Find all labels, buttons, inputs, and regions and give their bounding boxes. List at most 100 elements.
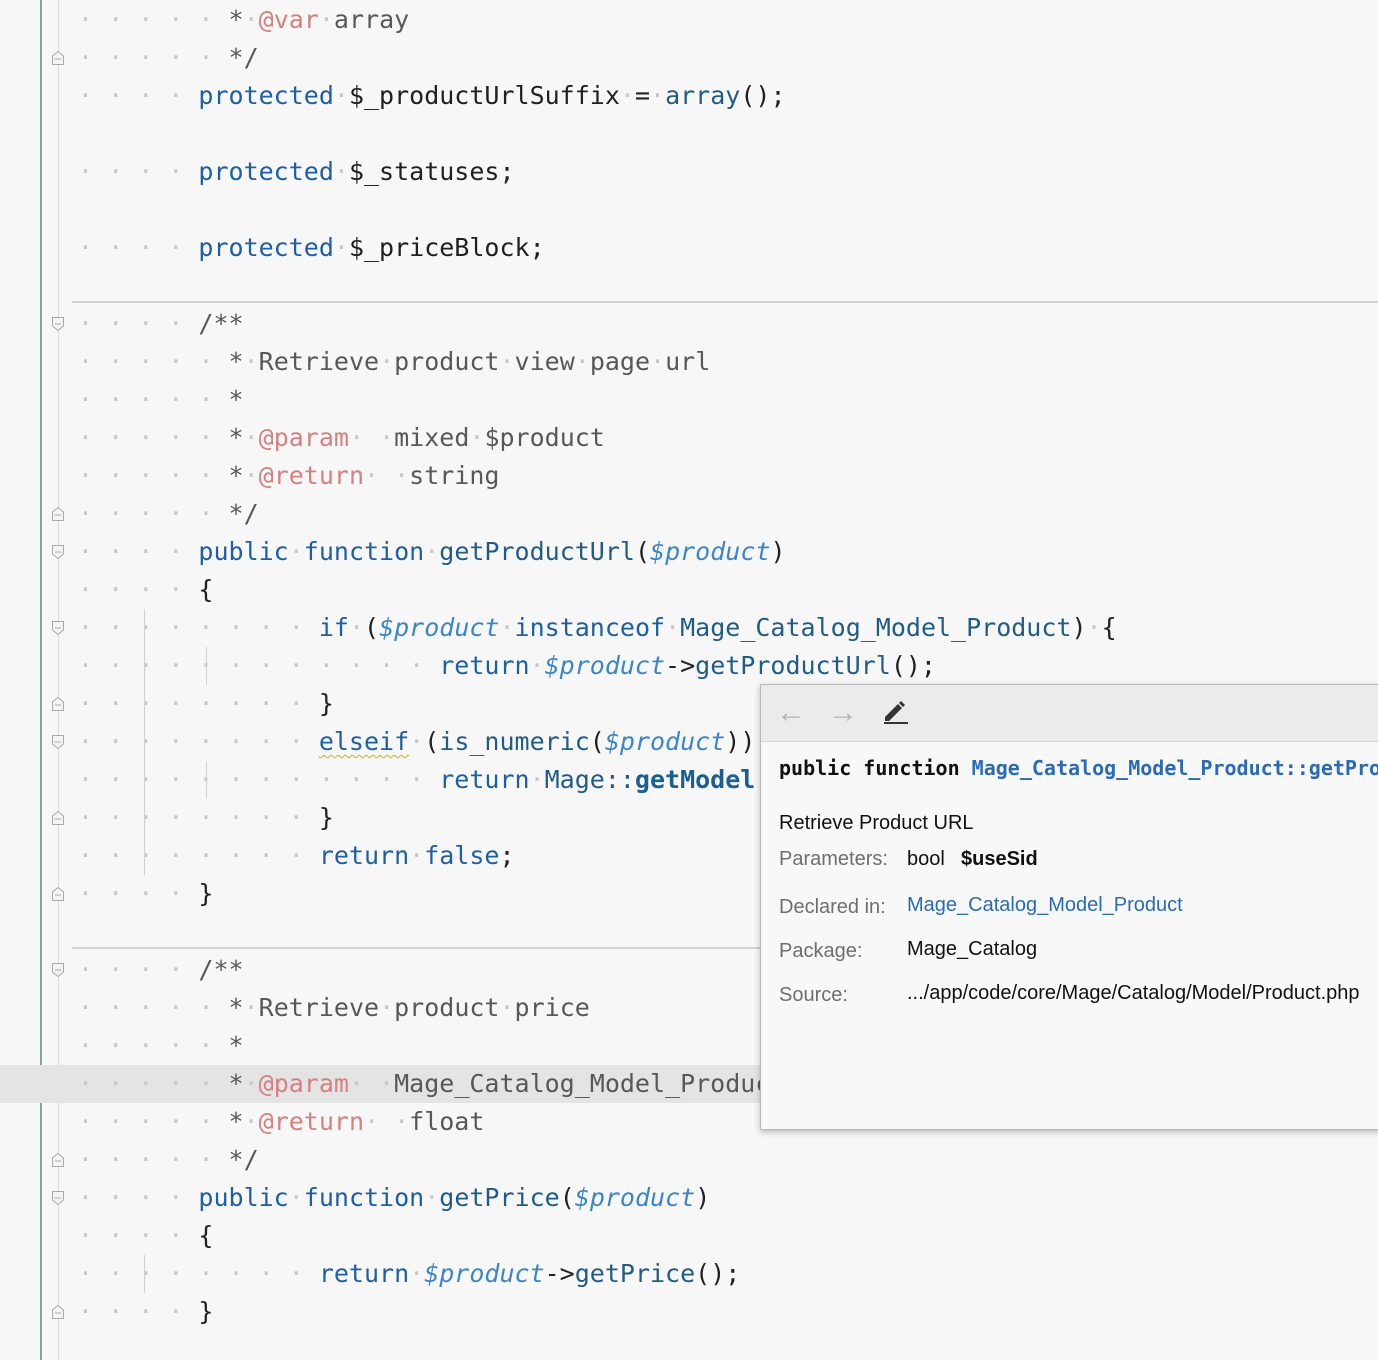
code-token: Retrieve: [258, 993, 380, 1022]
code-token: return: [439, 765, 530, 794]
code-token: getModel: [634, 765, 756, 794]
code-line[interactable]: · · · · · *·@param· ·mixed·$product: [0, 419, 1378, 457]
whitespace-marker: · · · · · · · ·: [78, 689, 319, 718]
code-token: return: [318, 841, 410, 870]
whitespace-marker: · · · · · · · ·: [78, 841, 319, 870]
whitespace-marker: · · · · · · · ·: [78, 1259, 319, 1288]
code-line-text: · · · · /**: [78, 951, 244, 989]
code-line-text: · · · · · · · · }: [78, 685, 334, 723]
indent-guide: [144, 1255, 145, 1293]
fold-collapse-icon[interactable]: [51, 316, 65, 332]
code-line[interactable]: · · · · public·function·getProductUrl($p…: [0, 533, 1378, 571]
signature-link[interactable]: Mage_Catalog_Model_Product::getProductUr…: [972, 756, 1378, 780]
code-token: (: [589, 727, 605, 756]
code-token: }: [318, 689, 334, 718]
fold-end-icon[interactable]: [51, 886, 65, 902]
whitespace-marker: · · · · ·: [78, 43, 229, 72]
signature-prefix: public function: [779, 756, 972, 780]
whitespace-marker: ·: [318, 5, 334, 34]
fold-end-icon[interactable]: [51, 1152, 65, 1168]
whitespace-marker: · · · ·: [78, 309, 199, 338]
whitespace-marker: ·: [499, 993, 515, 1022]
declared-in-link[interactable]: Mage_Catalog_Model_Product: [907, 894, 1183, 917]
code-line[interactable]: · · · · protected·$_priceBlock;: [0, 229, 1378, 267]
code-token: if: [318, 613, 349, 642]
code-line[interactable]: · · · · · · · · return·$product->getPric…: [0, 1255, 1378, 1293]
code-token: $product: [604, 727, 726, 756]
signature: public function Mage_Catalog_Model_Produ…: [779, 756, 1378, 780]
whitespace-marker: ·: [243, 461, 259, 490]
code-line[interactable]: · · · · }: [0, 1293, 1378, 1331]
code-line[interactable]: · · · · · */: [0, 1141, 1378, 1179]
code-line[interactable]: · · · · · */: [0, 39, 1378, 77]
whitespace-marker: ·: [243, 993, 259, 1022]
whitespace-marker: ·: [379, 347, 395, 376]
code-line[interactable]: · · · · /**: [0, 305, 1378, 343]
whitespace-marker: · · · ·: [78, 879, 199, 908]
code-line-text: · · · · · *·@return· ·float: [78, 1103, 484, 1141]
code-line[interactable]: · · · · · *·Retrieve·product·view·page·u…: [0, 343, 1378, 381]
code-token: {: [198, 575, 214, 604]
whitespace-marker: · · · · ·: [78, 423, 229, 452]
code-token: {: [198, 1221, 214, 1250]
code-token: *: [228, 1107, 244, 1136]
code-line[interactable]: · · · · public·function·getPrice($produc…: [0, 1179, 1378, 1217]
code-token: array: [665, 81, 741, 110]
code-line[interactable]: · · · · protected·$_productUrlSuffix·=·a…: [0, 77, 1378, 115]
fold-collapse-icon[interactable]: [51, 544, 65, 560]
code-token: ();: [890, 651, 936, 680]
code-token: *: [228, 347, 244, 376]
forward-arrow-icon[interactable]: →: [825, 695, 861, 731]
method-separator: [72, 301, 1378, 303]
code-token: is_numeric: [439, 727, 590, 756]
fold-collapse-icon[interactable]: [51, 1190, 65, 1206]
whitespace-marker: · · · · ·: [78, 1031, 229, 1060]
fold-end-icon[interactable]: [51, 506, 65, 522]
edit-source-pencil-icon[interactable]: [877, 695, 913, 731]
code-line[interactable]: · · · · protected·$_statuses;: [0, 153, 1378, 191]
fold-end-icon[interactable]: [51, 810, 65, 826]
code-line[interactable]: · · · · {: [0, 1217, 1378, 1255]
whitespace-marker: ·: [424, 537, 440, 566]
code-editor[interactable]: · · · · · *·@var·array · · · · · */· · · …: [0, 0, 1378, 1360]
whitespace-marker: · · · · ·: [78, 1107, 229, 1136]
whitespace-marker: ·: [333, 81, 349, 110]
code-token: $_productUrlSuffix: [348, 81, 620, 110]
code-token: protected: [198, 81, 334, 110]
whitespace-marker: ·: [424, 1183, 440, 1212]
code-line[interactable]: · · · · · */: [0, 495, 1378, 533]
fold-collapse-icon[interactable]: [51, 734, 65, 750]
code-line[interactable]: · · · · {: [0, 571, 1378, 609]
code-line[interactable]: · · · · · *·@return· ·string: [0, 457, 1378, 495]
code-token: mixed: [394, 423, 470, 452]
code-line-text: · · · · /**: [78, 305, 244, 343]
code-token: elseif: [318, 727, 410, 756]
code-token: ): [1071, 613, 1087, 642]
fold-collapse-icon[interactable]: [51, 620, 65, 636]
fold-collapse-icon[interactable]: [51, 962, 65, 978]
code-token: product: [394, 993, 500, 1022]
code-token: function: [303, 537, 425, 566]
code-token: *: [228, 5, 244, 34]
fold-end-icon[interactable]: [51, 696, 65, 712]
whitespace-marker: · · · · · · · ·: [78, 727, 319, 756]
fold-end-icon[interactable]: [51, 50, 65, 66]
code-token: url: [665, 347, 711, 376]
code-token: ();: [740, 81, 786, 110]
code-line-text: · · · · · *: [78, 381, 244, 419]
quick-documentation-popup[interactable]: ← → public function Mage_Catalog_Model_P…: [760, 684, 1378, 1130]
code-line[interactable]: · · · · · *·@var·array: [0, 1, 1378, 39]
param-name: $useSid: [961, 848, 1038, 870]
code-line-text: · · · · · */: [78, 1141, 259, 1179]
whitespace-marker: · · · · ·: [78, 347, 229, 376]
fold-end-icon[interactable]: [51, 1304, 65, 1320]
whitespace-marker: · · · ·: [78, 157, 199, 186]
indent-guide: [144, 761, 145, 799]
code-token: getProductUrl: [695, 651, 891, 680]
code-token: )): [725, 727, 756, 756]
code-line[interactable]: · · · · · · · · if·($product·instanceof·…: [0, 609, 1378, 647]
back-arrow-icon[interactable]: ←: [773, 695, 809, 731]
code-line[interactable]: · · · · · · · · · · · · return·$product-…: [0, 647, 1378, 685]
code-line[interactable]: · · · · · *: [0, 381, 1378, 419]
code-line-text: · · · · protected·$_statuses;: [78, 153, 515, 191]
